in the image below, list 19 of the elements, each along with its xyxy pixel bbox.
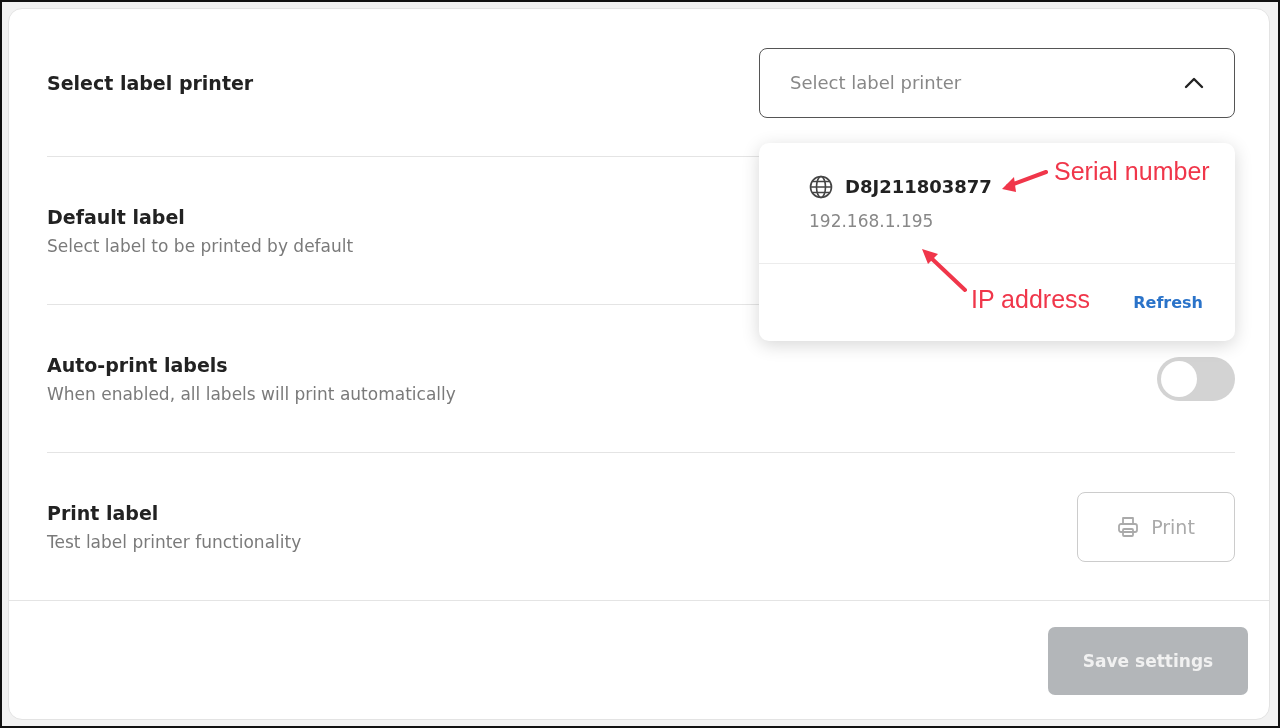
toggle-switch[interactable] [1157, 356, 1235, 401]
refresh-link[interactable]: Refresh [1133, 292, 1203, 312]
chevron-up-icon [1184, 76, 1204, 89]
printer-icon [1117, 515, 1140, 538]
ip-address: 192.168.1.195 [809, 210, 935, 231]
globe-icon [809, 174, 833, 199]
printer-select[interactable]: Select label printer [759, 47, 1235, 118]
setting-description: Test label printer functionality [47, 531, 302, 552]
annotation-label: IP address [971, 285, 1091, 314]
annotation-label: Serial number [1054, 157, 1210, 186]
setting-description: Select label to be printed by default [47, 235, 354, 256]
annotation-arrow [1000, 168, 1048, 194]
setting-title: Select label printer [47, 71, 254, 94]
annotation-arrow [919, 246, 969, 294]
setting-title: Auto-print labels [47, 353, 229, 376]
setting-description: When enabled, all labels will print automatically [47, 383, 456, 404]
serial-number: D8J211803877 [845, 176, 992, 197]
setting-title: Default label [47, 205, 186, 228]
setting-title: Print label [47, 501, 160, 524]
